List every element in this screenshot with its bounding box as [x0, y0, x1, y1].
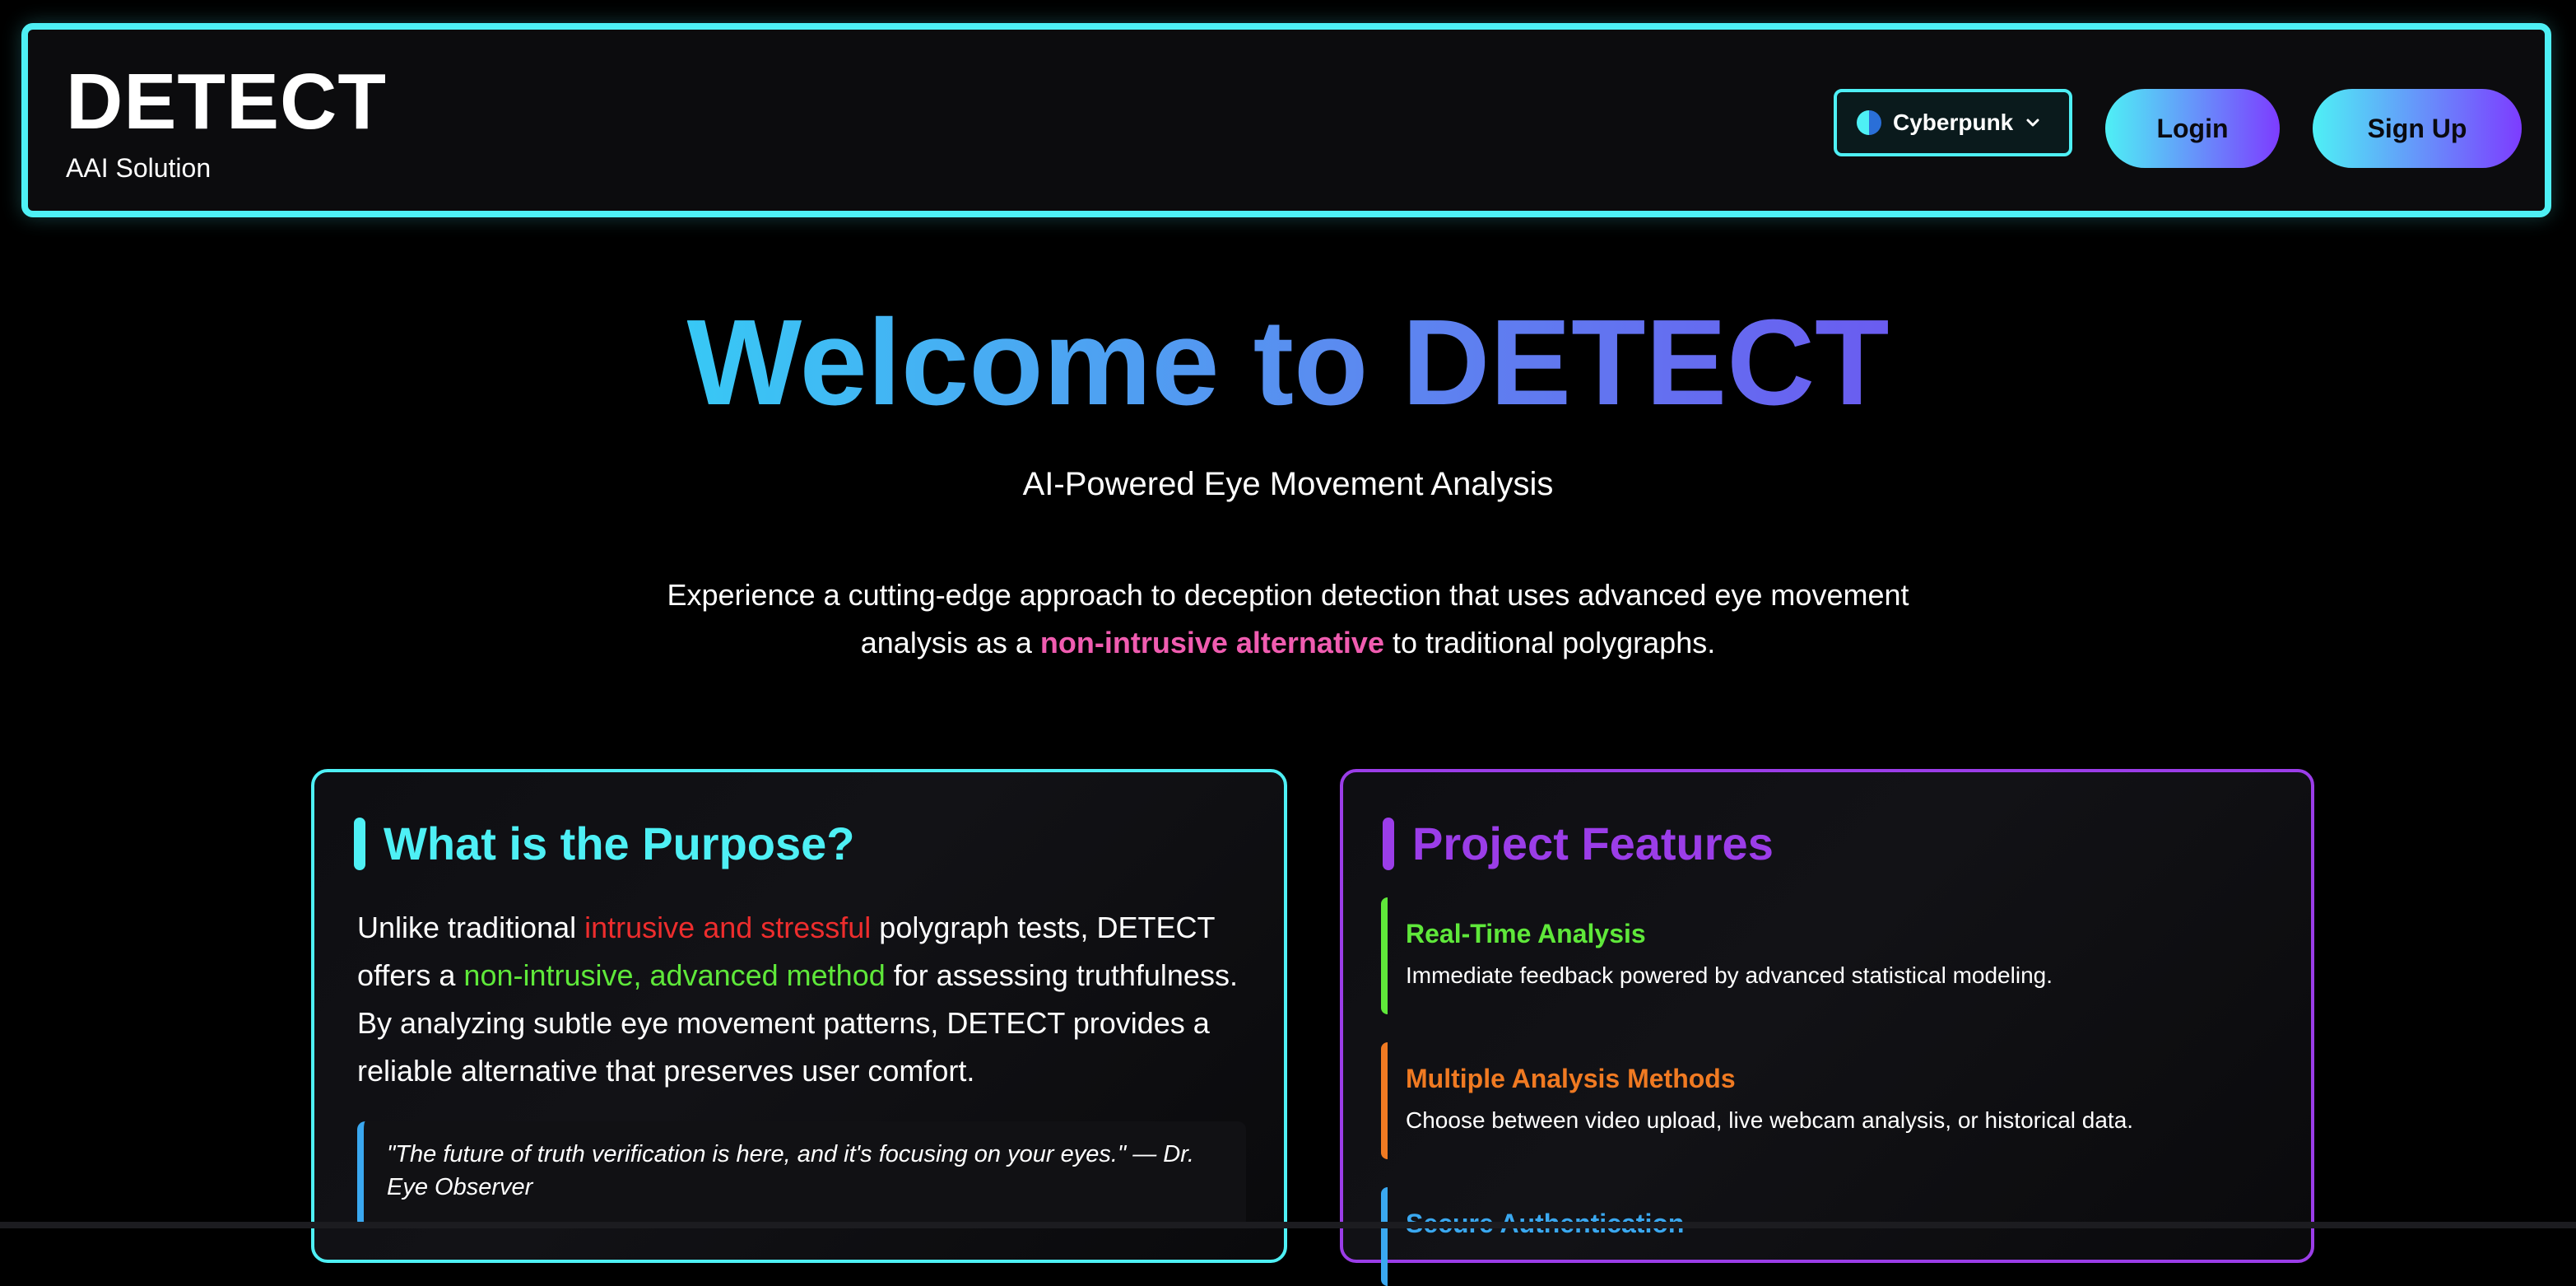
- purpose-text: Unlike traditional intrusive and stressf…: [357, 904, 1262, 1095]
- feature-description: Choose between video upload, live webcam…: [1406, 1107, 2134, 1133]
- hero-description: Experience a cutting-edge approach to de…: [642, 571, 1934, 667]
- theme-selector[interactable]: Cyberpunk: [1834, 89, 2072, 156]
- purpose-quote: "The future of truth verification is her…: [357, 1121, 1246, 1228]
- brand[interactable]: DETECT AAI Solution: [66, 63, 387, 184]
- features-heading: Project Features: [1383, 817, 1774, 870]
- hero-title: Welcome to DETECT: [0, 296, 2576, 431]
- hero-subtitle: AI-Powered Eye Movement Analysis: [1022, 466, 1554, 502]
- heading-accent-bar: [354, 817, 365, 870]
- purpose-text-intrusive: intrusive and stressful: [584, 911, 872, 944]
- theme-contrast-icon: [1857, 110, 1881, 135]
- feature-item: Multiple Analysis Methods Choose between…: [1381, 1042, 2278, 1159]
- feature-title: Real-Time Analysis: [1406, 919, 1646, 948]
- brand-subtitle: AAI Solution: [66, 153, 212, 183]
- purpose-heading-text: What is the Purpose?: [384, 818, 855, 869]
- signup-button[interactable]: Sign Up: [2313, 89, 2522, 168]
- heading-accent-bar: [1383, 817, 1394, 870]
- brand-title[interactable]: DETECT: [66, 63, 387, 142]
- feature-item: Real-Time Analysis Immediate feedback po…: [1381, 897, 2278, 1014]
- purpose-text-advanced: non-intrusive, advanced method: [463, 958, 886, 992]
- theme-selector-label: Cyberpunk: [1893, 109, 2014, 135]
- top-header: DETECT AAI Solution Cyberpunk Login Sign…: [21, 23, 2551, 217]
- features-heading-text: Project Features: [1412, 818, 1774, 869]
- bottom-edge: [0, 1222, 2576, 1228]
- purpose-heading: What is the Purpose?: [354, 817, 855, 870]
- hero-title-text: Welcome to DETECT: [686, 295, 1890, 431]
- feature-item: Secure Authentication: [1381, 1187, 2278, 1286]
- hero-desc-highlight: non-intrusive alternative: [1039, 626, 1384, 659]
- purpose-text-1: Unlike traditional: [357, 911, 585, 944]
- hero-desc-after: to traditional polygraphs.: [1383, 626, 1716, 659]
- chevron-down-icon: [2026, 119, 2039, 127]
- purpose-card: What is the Purpose? Unlike traditional …: [311, 769, 1287, 1263]
- feature-description: Immediate feedback powered by advanced s…: [1406, 962, 2053, 988]
- login-button[interactable]: Login: [2105, 89, 2280, 168]
- feature-title: Multiple Analysis Methods: [1406, 1064, 1736, 1093]
